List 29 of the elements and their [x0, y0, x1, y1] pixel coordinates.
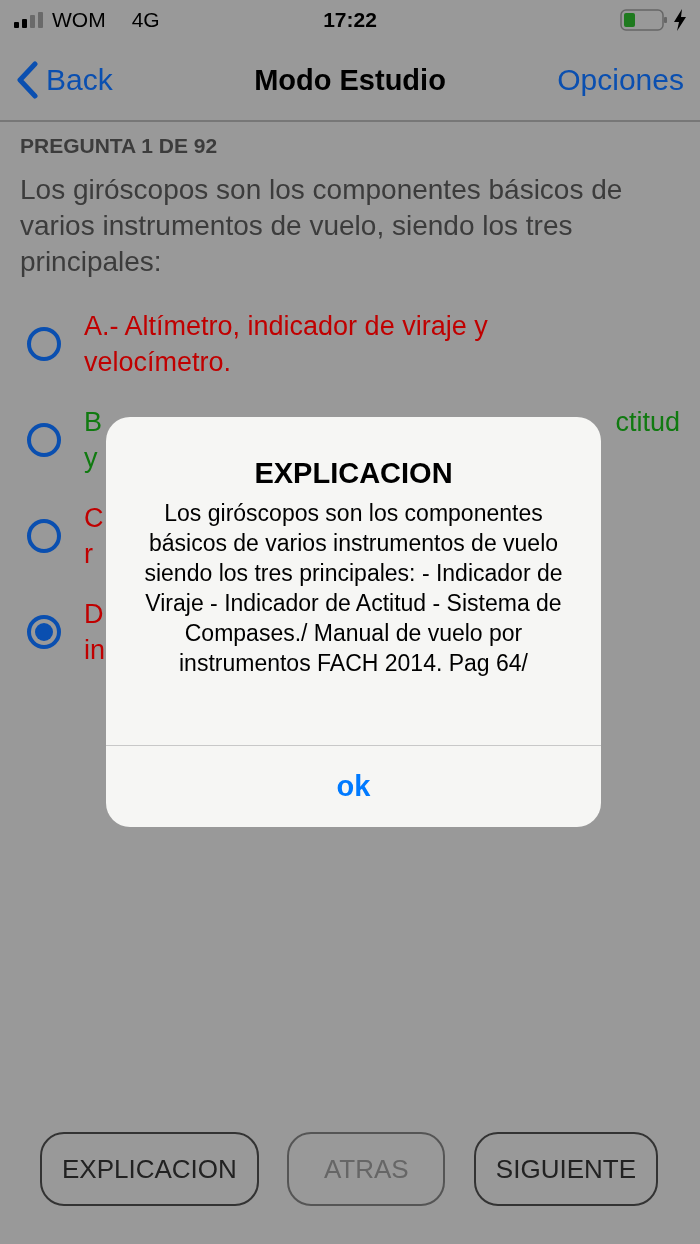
answer-text: A.- Altímetro, indicador de viraje y	[84, 310, 488, 343]
question-text: Los giróscopos son los componentes básicos de varios instrumentos de vuelo, siendo los tres principales:	[20, 173, 624, 279]
answer-text: r	[84, 538, 93, 571]
question-counter: PREGUNTA 1 DE 92	[20, 134, 219, 158]
radio-button[interactable]	[26, 326, 62, 362]
battery-icon	[620, 9, 668, 31]
action-button[interactable]: EXPLICACION	[40, 1132, 259, 1206]
back-button[interactable]: Back	[16, 61, 255, 99]
action-button[interactable]: SIGUIENTE	[473, 1132, 658, 1206]
answer-text: ctitud	[615, 406, 680, 439]
answer-text: B	[84, 406, 102, 439]
options-link[interactable]: Opciones	[557, 63, 684, 97]
signal-icon	[14, 12, 44, 28]
answer-text: velocímetro.	[84, 346, 232, 379]
radio-button[interactable]	[26, 422, 62, 458]
dialog-message: Los giróscopos son los componentes básicos de varios instrumentos de vuelo siendo los tres principales: - Indicador de Viraje - Indicador de Actitud - Sistema de Compases./ Manual de vuelo por instrumentos FACH 2014. Pag 64/	[144, 499, 563, 678]
answer-text: C	[84, 502, 104, 535]
answer-text: D	[84, 598, 104, 631]
screen-title: Modo Estudio	[254, 63, 446, 97]
back-chevron-icon	[16, 61, 38, 99]
status-time: 17:22	[323, 8, 377, 31]
carrier-name: WOM	[52, 8, 106, 32]
answer-text: y	[84, 442, 98, 475]
network-type: 4G	[131, 8, 160, 32]
dialog-title: EXPLICACION	[253, 457, 454, 490]
radio-button[interactable]	[26, 518, 62, 554]
ok-button[interactable]: ok	[106, 745, 601, 827]
radio-button[interactable]	[26, 614, 62, 650]
answer-text: in	[84, 634, 105, 667]
